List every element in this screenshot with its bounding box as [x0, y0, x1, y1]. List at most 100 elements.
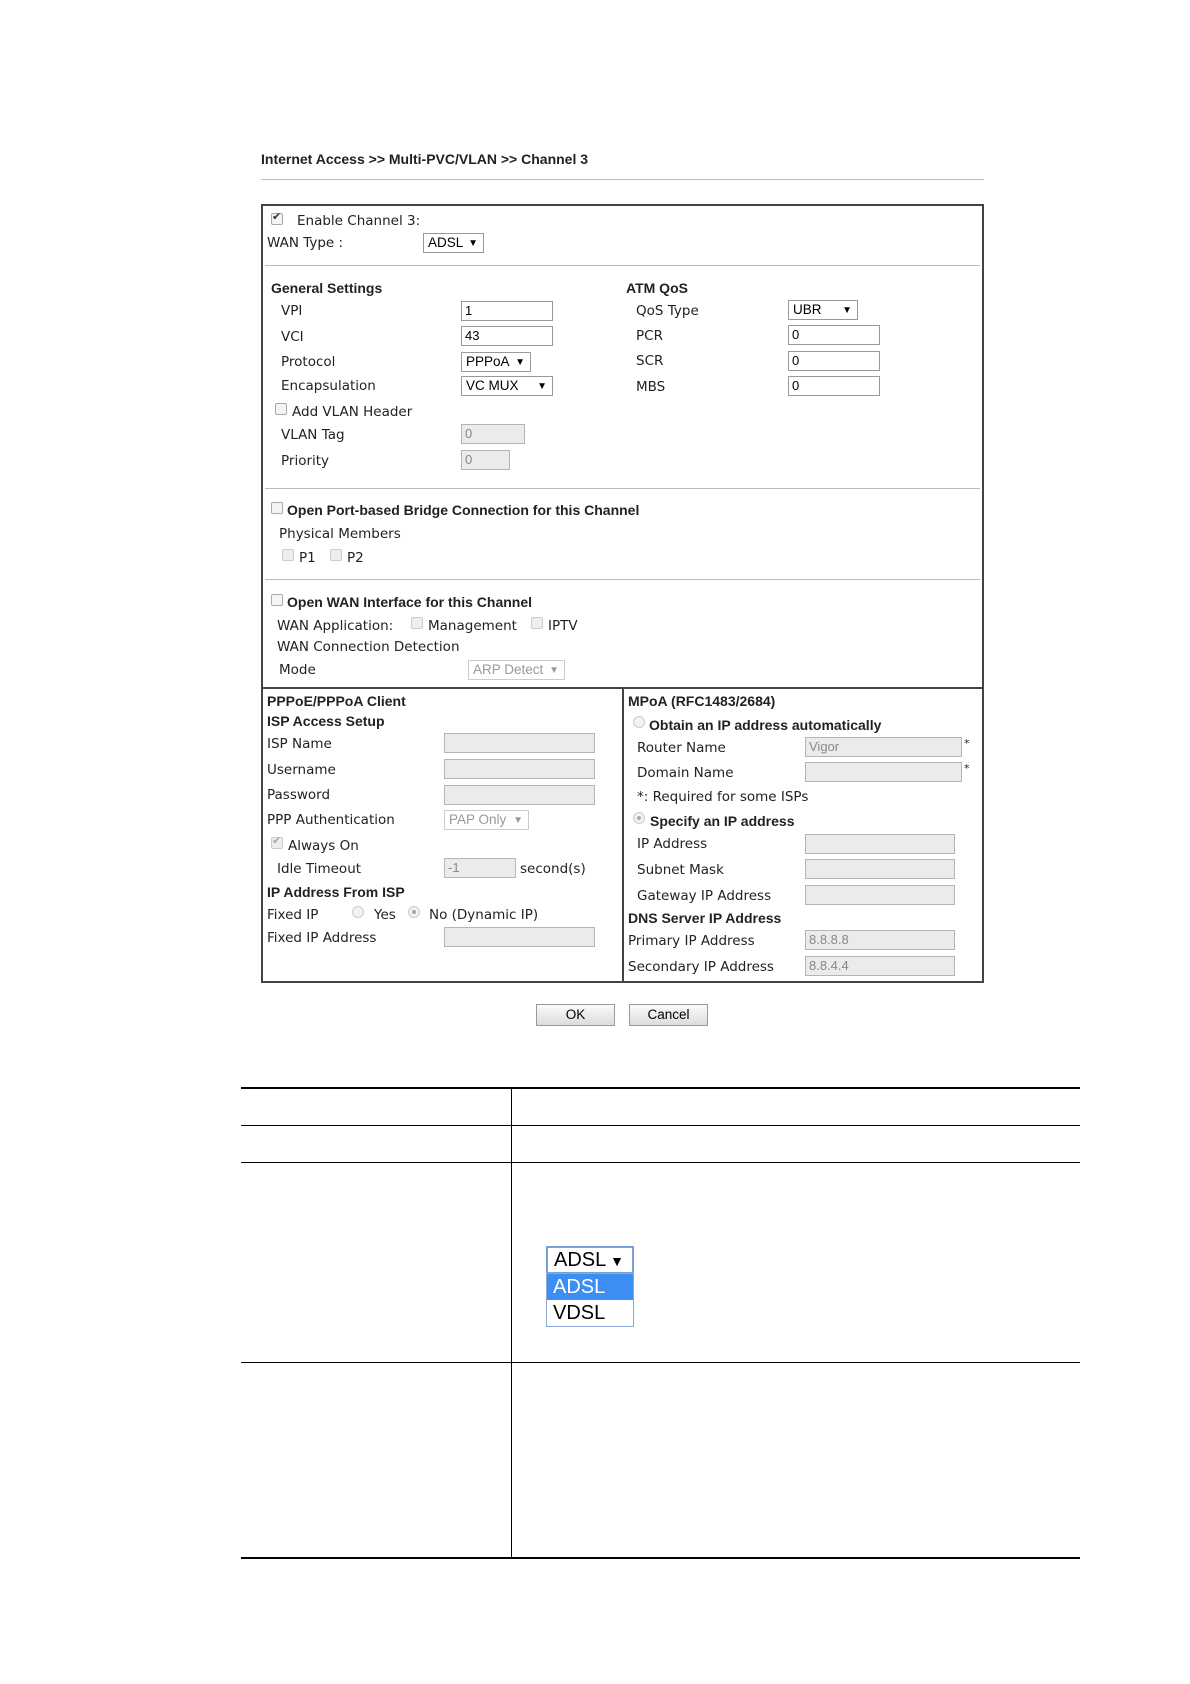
required-note: *: Required for some ISPs [637, 789, 809, 805]
atm-qos-heading: ATM QoS [626, 280, 688, 296]
obtain-ip-label: Obtain an IP address automatically [649, 717, 882, 733]
p1-checkbox[interactable] [282, 549, 294, 561]
username-label: Username [267, 762, 336, 778]
dropdown-selected: ADSL [554, 1249, 607, 1271]
isp-name-input[interactable] [444, 733, 595, 753]
encapsulation-value: VC MUX [466, 378, 519, 393]
vci-input[interactable]: 43 [461, 326, 553, 346]
vlan-tag-label: VLAN Tag [281, 427, 345, 443]
idle-timeout-unit: second(s) [520, 861, 586, 877]
protocol-label: Protocol [281, 354, 336, 370]
primary-ip-label: Primary IP Address [628, 933, 755, 949]
dropdown-arrow-icon: ▼ [515, 357, 525, 368]
mode-select[interactable]: ARP Detect ▼ [468, 660, 565, 680]
wan-type-label: WAN Type : [267, 235, 344, 251]
wan-detection-label: WAN Connection Detection [277, 639, 460, 655]
idle-timeout-label: Idle Timeout [277, 861, 362, 877]
username-input[interactable] [444, 759, 595, 779]
router-name-label: Router Name [637, 740, 726, 756]
breadcrumb: Internet Access >> Multi-PVC/VLAN >> Cha… [261, 151, 589, 167]
password-input[interactable] [444, 785, 595, 805]
specify-ip-label: Specify an IP address [650, 813, 795, 829]
iptv-checkbox[interactable] [531, 617, 543, 629]
mode-label: Mode [279, 662, 316, 678]
open-wan-interface-checkbox[interactable] [271, 594, 283, 606]
mbs-input[interactable]: 0 [788, 376, 880, 396]
fixed-ip-no-radio[interactable] [408, 906, 420, 918]
isp-name-label: ISP Name [267, 736, 332, 752]
fixed-ip-address-input[interactable] [444, 927, 595, 947]
table-row-divider [241, 1362, 1080, 1363]
breadcrumb-divider [261, 179, 984, 180]
mode-value: ARP Detect [473, 662, 544, 677]
management-checkbox[interactable] [411, 617, 423, 629]
protocol-select[interactable]: PPPoA ▼ [461, 352, 531, 372]
isp-access-setup-heading: ISP Access Setup [267, 713, 385, 729]
p2-label: P2 [347, 550, 364, 566]
vlan-tag-input[interactable]: 0 [461, 424, 525, 444]
mbs-label: MBS [636, 379, 666, 395]
cancel-button[interactable]: Cancel [629, 1004, 708, 1026]
obtain-ip-radio[interactable] [633, 716, 645, 728]
scr-label: SCR [636, 353, 664, 369]
table-row-divider [241, 1162, 1080, 1163]
required-star: * [964, 762, 970, 775]
protocol-value: PPPoA [466, 354, 510, 369]
encapsulation-select[interactable]: VC MUX ▼ [461, 376, 553, 396]
gateway-ip-input[interactable] [805, 885, 955, 905]
dropdown-arrow-icon: ▼ [537, 381, 547, 392]
column-border [622, 687, 624, 982]
enable-channel-checkbox[interactable] [271, 210, 283, 225]
domain-name-input[interactable] [805, 762, 962, 782]
dns-heading: DNS Server IP Address [628, 910, 782, 926]
mpoa-heading: MPoA (RFC1483/2684) [628, 693, 776, 709]
option-vdsl[interactable]: VDSL [547, 1300, 633, 1326]
subnet-mask-input[interactable] [805, 859, 955, 879]
enable-channel-label: Enable Channel 3: [297, 213, 421, 229]
add-vlan-header-label: Add VLAN Header [292, 404, 413, 420]
secondary-ip-input[interactable]: 8.8.4.4 [805, 956, 955, 976]
vpi-input[interactable]: 1 [461, 301, 553, 321]
dropdown-arrow-icon: ▼ [513, 815, 523, 826]
dropdown-arrow-icon: ▼ [610, 1253, 624, 1269]
divider [265, 265, 980, 266]
physical-members-label: Physical Members [279, 526, 401, 542]
wan-type-dropdown[interactable]: ADSL ▼ [546, 1246, 634, 1274]
option-adsl[interactable]: ADSL [547, 1274, 633, 1300]
wan-type-select[interactable]: ADSL ▼ [423, 233, 484, 253]
ppp-auth-select[interactable]: PAP Only ▼ [444, 810, 529, 830]
primary-ip-input[interactable]: 8.8.8.8 [805, 930, 955, 950]
scr-input[interactable]: 0 [788, 351, 880, 371]
p1-label: P1 [299, 550, 316, 566]
specify-ip-radio[interactable] [633, 812, 645, 824]
router-name-input[interactable]: Vigor [805, 737, 962, 757]
priority-input[interactable]: 0 [461, 450, 510, 470]
required-star: * [964, 737, 970, 750]
vci-label: VCI [281, 329, 304, 345]
fixed-ip-yes-radio[interactable] [352, 906, 364, 918]
wan-type-options: ADSL VDSL [546, 1273, 634, 1327]
gateway-ip-label: Gateway IP Address [637, 888, 772, 904]
divider [265, 579, 980, 580]
add-vlan-header-checkbox[interactable] [275, 403, 287, 415]
wan-type-value: ADSL [428, 235, 464, 250]
open-bridge-checkbox[interactable] [271, 502, 283, 514]
dropdown-arrow-icon: ▼ [549, 665, 559, 676]
ppp-auth-value: PAP Only [449, 812, 507, 827]
always-on-checkbox[interactable] [271, 834, 283, 849]
password-label: Password [267, 787, 331, 803]
priority-label: Priority [281, 453, 330, 469]
pcr-input[interactable]: 0 [788, 325, 880, 345]
pcr-label: PCR [636, 328, 663, 344]
p2-checkbox[interactable] [330, 549, 342, 561]
always-on-label: Always On [288, 838, 359, 854]
ok-button[interactable]: OK [536, 1004, 615, 1026]
qos-type-select[interactable]: UBR ▼ [788, 300, 858, 320]
ip-address-label: IP Address [637, 836, 708, 852]
ppp-auth-label: PPP Authentication [267, 812, 395, 828]
dropdown-arrow-icon: ▼ [842, 305, 852, 316]
subnet-mask-label: Subnet Mask [637, 862, 724, 878]
divider [265, 488, 980, 489]
idle-timeout-input[interactable]: -1 [444, 858, 516, 878]
ip-address-input[interactable] [805, 834, 955, 854]
